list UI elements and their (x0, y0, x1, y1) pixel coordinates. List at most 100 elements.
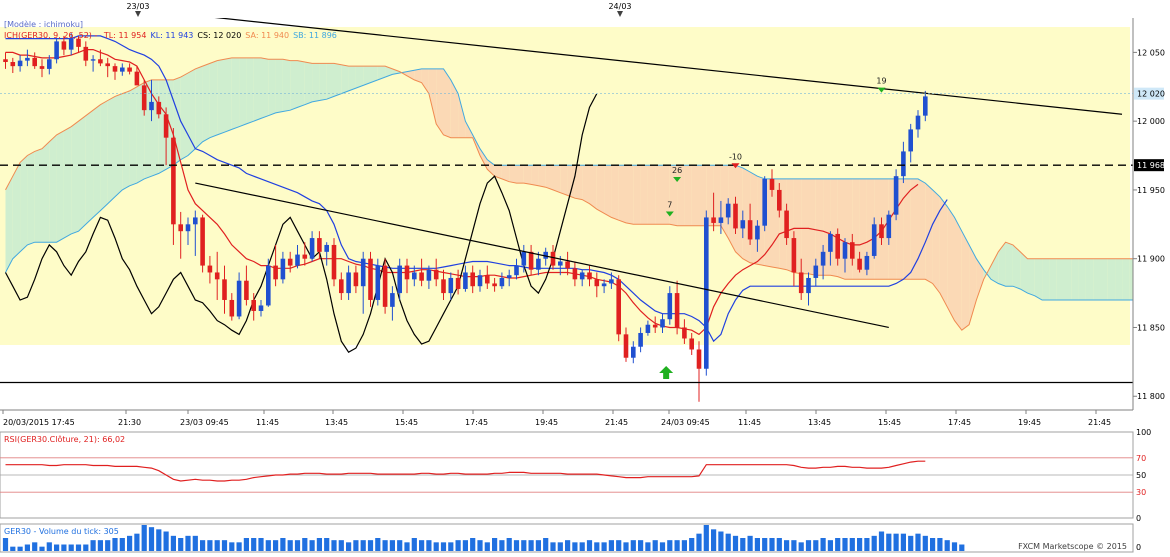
volume-bar (456, 540, 461, 551)
time-tick-label: 21:45 (1088, 418, 1111, 427)
signal-label: 19 (876, 77, 886, 86)
cloud-segment (6, 176, 13, 272)
cloud-segment (538, 165, 545, 187)
candle-body (814, 266, 819, 278)
volume-bar (273, 540, 278, 551)
candle-body (186, 224, 191, 231)
cloud-segment (444, 69, 451, 138)
volume-bar (602, 542, 607, 551)
candle-body (908, 129, 913, 151)
cloud-segment (20, 156, 27, 252)
cloud-segment (663, 165, 670, 224)
rsi-axis: 1007050300 (1136, 428, 1151, 523)
cloud-segment (349, 66, 356, 91)
cloud-segment (633, 165, 640, 224)
trading-chart[interactable]: 726-1019 23/0324/03 [Modèle : ichimoku] … (0, 0, 1170, 553)
candle-body (704, 217, 709, 368)
volume-bar (872, 536, 877, 551)
chart-canvas[interactable]: 726-1019 23/0324/03 [Modèle : ichimoku] … (0, 0, 1170, 553)
candle-body (259, 305, 264, 311)
cloud-segment (225, 58, 232, 132)
cloud-segment (553, 165, 560, 193)
candle-body (616, 279, 621, 334)
candle-body (558, 261, 563, 265)
price-tick-label: 12 000 (1137, 117, 1165, 126)
volume-bar (463, 540, 468, 551)
time-axis[interactable]: 20/03/2015 17:4521:3023/03 09:4511:4513:… (3, 410, 1111, 427)
volume-bar (529, 540, 534, 551)
volume-bar (638, 540, 643, 551)
cloud-segment (1166, 259, 1170, 289)
candle-body (609, 279, 614, 283)
candle-body (178, 224, 183, 231)
candle-body (689, 338, 694, 349)
candle-body (317, 238, 322, 252)
volume-bar (558, 542, 563, 551)
cloud-segment (611, 165, 618, 220)
volume-bar (733, 536, 738, 551)
volume-bar (54, 545, 59, 552)
time-tick-label: 13:45 (808, 418, 831, 427)
candle-body (251, 300, 256, 311)
cloud-segment (268, 59, 275, 115)
candle-body (332, 245, 337, 279)
cloud-segment (1079, 259, 1086, 300)
cloud-segment (560, 165, 567, 195)
legend-entry: ICH(GER30, 9, 26, 52) - (4, 31, 100, 40)
candle-body (631, 347, 636, 358)
cloud-segment (57, 131, 64, 242)
price-tick-label: 11 900 (1137, 255, 1165, 264)
volume-bar (740, 538, 745, 551)
volume-bar (98, 540, 103, 551)
candle-body (923, 96, 928, 115)
cloud-segment (955, 217, 962, 330)
volume-bar (689, 538, 694, 551)
cloud-segment (940, 197, 947, 307)
volume-bar (346, 542, 351, 551)
candle-body (879, 224, 884, 238)
time-tick-label: 19:45 (535, 418, 558, 427)
cloud-segment (947, 206, 954, 320)
candle-body (595, 279, 600, 286)
volume-bar (901, 534, 906, 551)
cloud-segment (100, 101, 107, 211)
candle-body (573, 268, 578, 279)
volume-bar (755, 538, 760, 551)
volume-bar (105, 540, 110, 551)
candle-body (69, 39, 74, 50)
cloud-segment (79, 116, 86, 232)
time-tick-label: 20/03/2015 17:45 (3, 418, 75, 427)
candle-body (660, 319, 665, 327)
volume-bar (164, 532, 169, 552)
cloud-segment (845, 179, 852, 279)
volume-bar (470, 538, 475, 551)
candle-body (222, 279, 227, 300)
volume-bar (799, 542, 804, 551)
cloud-segment (86, 110, 93, 224)
volume-bar (419, 540, 424, 551)
volume-bar (222, 540, 227, 551)
volume-bar (777, 538, 782, 551)
time-tick-label: 11:45 (738, 418, 761, 427)
volume-bar (908, 536, 913, 551)
candle-body (434, 270, 439, 280)
cloud-segment (699, 165, 706, 226)
candle-body (828, 234, 833, 252)
volume-bar (229, 542, 234, 551)
legend-entry: TL: 11 954 (103, 31, 147, 40)
volume-bar (748, 536, 753, 551)
volume-bar (171, 536, 176, 551)
volume-bar (156, 529, 161, 551)
candle (616, 275, 621, 341)
cloud-segment (1101, 259, 1108, 300)
cloud-segment (918, 179, 925, 279)
candle-body (777, 190, 782, 211)
cloud-segment (524, 165, 531, 184)
candle-body (762, 179, 767, 226)
volume-bar (47, 542, 52, 551)
candle-body (792, 238, 797, 272)
level-label: 11 968 (1137, 161, 1165, 170)
cloud-segment (283, 59, 290, 111)
time-tick-label: 15:45 (395, 418, 418, 427)
volume-bar (317, 538, 322, 551)
